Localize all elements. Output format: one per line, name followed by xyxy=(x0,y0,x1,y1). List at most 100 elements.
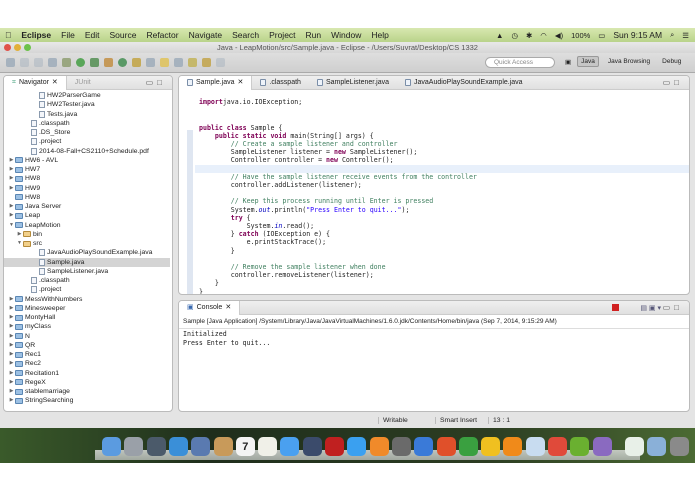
collapsed-arrow-icon[interactable]: ▶ xyxy=(8,350,15,359)
close-icon[interactable]: ✕ xyxy=(225,301,231,315)
forward-icon[interactable] xyxy=(216,58,225,67)
time-machine-icon[interactable]: ◷ xyxy=(511,31,518,40)
tree-item[interactable]: JavaAudioPlaySoundExample.java xyxy=(4,248,170,257)
dock-app-icon[interactable] xyxy=(146,437,166,456)
next-annotation-icon[interactable] xyxy=(188,58,197,67)
console-output[interactable]: Initialized Press Enter to quit... xyxy=(179,329,689,348)
menu-navigate[interactable]: Navigate xyxy=(184,30,228,40)
run-icon[interactable] xyxy=(76,58,85,67)
editor-window-buttons[interactable]: ▭□ xyxy=(663,78,683,87)
collapsed-arrow-icon[interactable]: ▶ xyxy=(8,184,15,193)
editor-tab[interactable]: SampleListener.java xyxy=(309,76,397,90)
notification-icon[interactable]: ▲ xyxy=(496,31,503,40)
tab-navigator[interactable]: ⌗ Navigator ✕ xyxy=(4,76,67,90)
close-window-button[interactable] xyxy=(4,44,11,51)
tree-item[interactable]: .classpath xyxy=(4,276,170,285)
battery-status[interactable]: 100% xyxy=(571,31,590,40)
dock-app-icon[interactable] xyxy=(548,437,567,456)
close-icon[interactable]: ✕ xyxy=(52,76,58,90)
dock-app-icon[interactable] xyxy=(168,437,188,456)
menu-run[interactable]: Run xyxy=(301,30,327,40)
console-toolbar-icons[interactable]: ▤ ▣ ▾ xyxy=(640,304,661,312)
dock-app-icon[interactable] xyxy=(570,437,590,456)
tree-item[interactable]: HW2Tester.java xyxy=(4,100,170,109)
tree-item[interactable]: ▶ HW6 - AVL xyxy=(4,156,170,165)
tree-item[interactable]: .project xyxy=(4,285,170,294)
tree-item[interactable]: ▶ Rec1 xyxy=(4,350,170,359)
code-editor[interactable]: importjava.io.IOException; public class S… xyxy=(179,90,689,294)
tree-item[interactable]: 2014-08-Fall+CS2110+Schedule.pdf xyxy=(4,147,170,156)
collapsed-arrow-icon[interactable]: ▶ xyxy=(8,359,15,368)
collapsed-arrow-icon[interactable]: ▶ xyxy=(8,332,15,341)
tree-item[interactable]: .classpath xyxy=(4,119,170,128)
dock-app-icon[interactable] xyxy=(481,437,501,456)
toggle-mark-occurrences-icon[interactable] xyxy=(160,58,169,67)
tree-item[interactable]: ▶ N xyxy=(4,332,170,341)
notification-center-icon[interactable]: ☰ xyxy=(682,31,689,40)
close-icon[interactable]: ✕ xyxy=(238,76,244,90)
tree-item[interactable]: .DS_Store xyxy=(4,128,170,137)
dock-app-icon[interactable] xyxy=(191,437,211,456)
collapsed-arrow-icon[interactable]: ▶ xyxy=(8,202,15,211)
tree-item[interactable]: ▶ RegeX xyxy=(4,378,170,387)
dock-app-icon[interactable] xyxy=(347,437,367,456)
collapsed-arrow-icon[interactable]: ▶ xyxy=(8,295,15,304)
menu-source[interactable]: Source xyxy=(105,30,142,40)
perspective-java-browsing[interactable]: Java Browsing xyxy=(605,57,653,66)
dock-app-icon[interactable] xyxy=(647,437,667,456)
dock-app-icon[interactable] xyxy=(503,437,523,456)
collapsed-arrow-icon[interactable]: ▶ xyxy=(8,378,15,387)
collapsed-arrow-icon[interactable]: ▶ xyxy=(8,369,15,378)
tree-item[interactable]: ▶ StringSearching xyxy=(4,396,170,405)
tree-item[interactable]: ▶ bin xyxy=(4,230,170,239)
collapsed-arrow-icon[interactable]: ▶ xyxy=(8,313,15,322)
menu-window[interactable]: Window xyxy=(326,30,366,40)
debug-icon[interactable] xyxy=(62,58,71,67)
save-all-icon[interactable] xyxy=(34,58,43,67)
tree-item[interactable]: ▶ Rec2 xyxy=(4,359,170,368)
tree-item[interactable]: ▶ Minesweeper xyxy=(4,304,170,313)
tree-item[interactable]: ▼ LeapMotion xyxy=(4,221,170,230)
tree-item[interactable]: ▶ HW7 xyxy=(4,165,170,174)
dock-app-icon[interactable] xyxy=(624,437,644,456)
dock-app-icon[interactable] xyxy=(436,437,456,456)
tree-item[interactable]: Tests.java xyxy=(4,110,170,119)
dock-app-icon[interactable] xyxy=(102,437,121,456)
collapsed-arrow-icon[interactable]: ▶ xyxy=(8,174,15,183)
new-icon[interactable] xyxy=(6,58,15,67)
tree-item[interactable]: HW8 xyxy=(4,193,170,202)
new-java-package-icon[interactable] xyxy=(104,58,113,67)
print-icon[interactable] xyxy=(48,58,57,67)
menu-file[interactable]: File xyxy=(56,30,80,40)
tree-item[interactable]: ▶ QR xyxy=(4,341,170,350)
collapsed-arrow-icon[interactable]: ▶ xyxy=(8,322,15,331)
bluetooth-icon[interactable]: ✱ xyxy=(526,31,532,40)
tree-item[interactable]: ▼ src xyxy=(4,239,170,248)
dock-app-icon[interactable] xyxy=(525,437,545,456)
menu-project[interactable]: Project xyxy=(264,30,300,40)
apple-icon[interactable]:  xyxy=(0,30,16,40)
dock-app-icon[interactable] xyxy=(369,437,389,456)
tab-junit[interactable]: JUnit xyxy=(67,76,99,90)
dock-app-icon[interactable] xyxy=(302,437,322,456)
menu-search[interactable]: Search xyxy=(227,30,264,40)
minimize-window-button[interactable] xyxy=(14,44,21,51)
tree-item[interactable]: HW2ParserGame xyxy=(4,91,170,100)
tree-item[interactable]: Sample.java xyxy=(4,257,170,267)
volume-icon[interactable]: ◀) xyxy=(555,31,563,40)
dock-trash-icon[interactable] xyxy=(669,437,689,456)
quick-access-input[interactable]: Quick Access xyxy=(485,57,555,68)
editor-tab[interactable]: Sample.java ✕ xyxy=(179,76,253,90)
tree-item[interactable]: ▶ stablemarriage xyxy=(4,387,170,396)
dock-app-icon[interactable] xyxy=(280,437,300,456)
zoom-window-button[interactable] xyxy=(24,44,31,51)
console-window-buttons[interactable]: ▭□ xyxy=(663,303,683,312)
coverage-icon[interactable] xyxy=(90,58,99,67)
dock-app-icon[interactable] xyxy=(592,437,612,456)
view-window-buttons[interactable]: ▭□ xyxy=(146,78,166,87)
dock-app-icon[interactable] xyxy=(213,437,233,456)
collapsed-arrow-icon[interactable]: ▶ xyxy=(8,304,15,313)
dock-app-icon[interactable] xyxy=(325,437,344,456)
open-type-icon[interactable] xyxy=(132,58,141,67)
expanded-arrow-icon[interactable]: ▼ xyxy=(8,221,15,230)
